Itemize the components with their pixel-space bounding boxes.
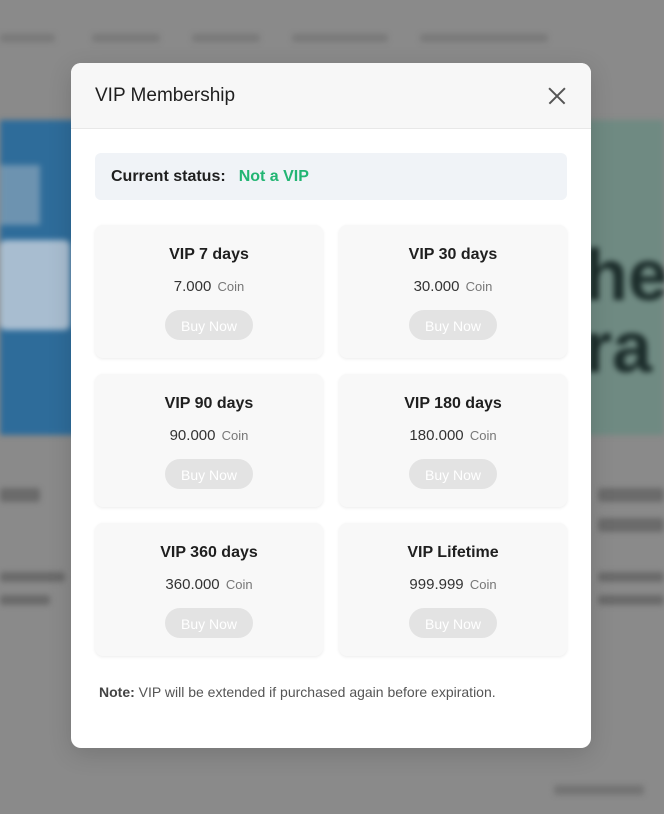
buy-now-button[interactable]: Buy Now	[409, 459, 497, 489]
plan-price: 999.999 Coin	[409, 576, 497, 593]
plan-card-7-days: VIP 7 days 7.000 Coin Buy Now	[95, 225, 323, 358]
status-value: Not a VIP	[238, 167, 309, 185]
buy-now-button[interactable]: Buy Now	[409, 608, 497, 638]
plan-price: 90.000 Coin	[169, 427, 249, 444]
buy-now-button[interactable]: Buy Now	[165, 310, 253, 340]
background-nav	[0, 30, 664, 52]
modal-title: VIP Membership	[95, 85, 236, 106]
plan-card-360-days: VIP 360 days 360.000 Coin Buy Now	[95, 523, 323, 656]
modal-header: VIP Membership	[71, 63, 591, 129]
plan-price: 30.000 Coin	[413, 278, 493, 295]
plan-price: 360.000 Coin	[165, 576, 253, 593]
status-label: Current status:	[111, 167, 226, 185]
note: Note: VIP will be extended if purchased …	[99, 684, 496, 700]
buy-now-button[interactable]: Buy Now	[165, 608, 253, 638]
plan-card-lifetime: VIP Lifetime 999.999 Coin Buy Now	[339, 523, 567, 656]
plan-price: 180.000 Coin	[409, 427, 497, 444]
plan-name: VIP 7 days	[169, 246, 249, 263]
current-status-panel: Current status: Not a VIP	[95, 153, 567, 200]
plan-price: 7.000 Coin	[173, 278, 245, 295]
plan-name: VIP 30 days	[408, 246, 498, 263]
plan-card-180-days: VIP 180 days 180.000 Coin Buy Now	[339, 374, 567, 507]
vip-membership-modal: VIP Membership Current status: Not a VIP…	[71, 63, 591, 748]
plan-name: VIP Lifetime	[407, 544, 499, 561]
buy-now-button[interactable]: Buy Now	[409, 310, 497, 340]
note-label: Note:	[99, 684, 135, 700]
plan-name: VIP 180 days	[404, 395, 502, 412]
plan-card-30-days: VIP 30 days 30.000 Coin Buy Now	[339, 225, 567, 358]
plan-name: VIP 90 days	[164, 395, 254, 412]
plan-name: VIP 360 days	[160, 544, 258, 561]
close-icon[interactable]	[545, 84, 569, 108]
buy-now-button[interactable]: Buy Now	[165, 459, 253, 489]
plan-grid: VIP 7 days 7.000 Coin Buy Now VIP 30 day…	[95, 225, 567, 656]
note-text: VIP will be extended if purchased again …	[138, 684, 496, 700]
plan-card-90-days: VIP 90 days 90.000 Coin Buy Now	[95, 374, 323, 507]
